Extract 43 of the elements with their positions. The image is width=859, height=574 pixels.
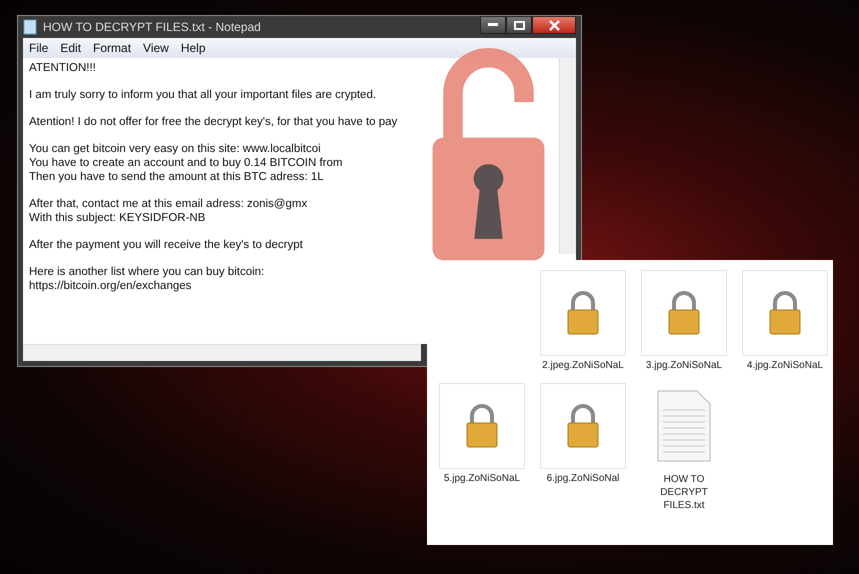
file-thumbnail[interactable] [742, 270, 828, 356]
maximize-button[interactable] [506, 16, 532, 34]
text-line: Here is another list where you can buy bitcoin: [29, 265, 266, 279]
minimize-button[interactable] [480, 16, 506, 34]
file-name: 4.jpg.ZoNiSoNaL [746, 360, 824, 371]
padlock-icon [768, 290, 802, 336]
minimize-icon [488, 23, 498, 27]
text-document-icon [657, 390, 711, 462]
file-thumbnail[interactable] [540, 383, 626, 469]
text-line: Atention! I do not offer for free the decrypt key's, for that you have to pay [29, 115, 398, 129]
text-line: You can get bitcoin very easy on this site: www.localbitcoi [29, 142, 322, 156]
text-line: After the payment you will receive the key's to decrypt [29, 238, 304, 252]
padlock-icon [566, 290, 600, 336]
text-line: After that, contact me at this email adress: zonis@gmx [29, 197, 308, 211]
close-icon [548, 20, 560, 30]
maximize-icon [514, 20, 524, 30]
file-thumbnail[interactable] [439, 383, 525, 469]
file-name: 5.jpg.ZoNiSoNaL [442, 473, 522, 484]
notepad-icon [23, 19, 37, 35]
close-button[interactable] [532, 16, 576, 34]
vertical-scrollbar[interactable] [559, 58, 576, 254]
file-name: 3.jpg.ZoNiSoNaL [644, 360, 724, 371]
menu-item[interactable]: Help [180, 41, 206, 55]
padlock-icon [465, 403, 499, 449]
menu-item[interactable]: Format [93, 41, 132, 55]
file-name: 2.jpeg.ZoNiSoNaL [541, 360, 625, 371]
padlock-icon [667, 290, 701, 336]
file-name: HOW TO DECRYPT FILES.txt [659, 473, 709, 512]
text-line: I am truly sorry to inform you that all your important files are crypted. [29, 88, 378, 102]
menu-item[interactable]: View [143, 41, 169, 55]
text-line: https://bitcoin.org/en/exchanges [29, 279, 192, 293]
text-line: ATENTION!!! [29, 61, 97, 75]
text-line: With this subject: KEYSIDFOR-NB [29, 211, 206, 225]
menu-item[interactable]: File [29, 41, 48, 55]
menu-item[interactable]: Edit [60, 41, 82, 55]
file-name: 6.jpg.ZoNiSoNal [546, 473, 620, 484]
window-title: HOW TO DECRYPT FILES.txt - Notepad [43, 20, 262, 34]
file-thumbnail[interactable] [641, 270, 727, 356]
padlock-icon [566, 403, 600, 449]
horizontal-scrollbar[interactable] [23, 344, 421, 361]
text-line: Then you have to send the amount at this BTC adress: 1L [29, 170, 325, 184]
text-line: You have to create an account and to buy 0.14 BITCOIN from [29, 156, 344, 170]
file-thumbnail[interactable] [540, 270, 626, 356]
